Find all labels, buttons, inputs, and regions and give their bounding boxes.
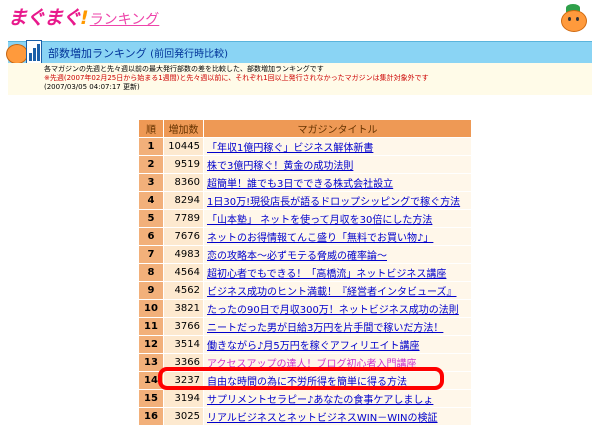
rank-number: 7 — [138, 245, 164, 264]
rank-number: 10 — [138, 299, 164, 318]
increase-count: 3821 — [163, 299, 204, 318]
magazine-title-link[interactable]: 株で3億円稼ぐ！黄金の成功法則 — [207, 161, 353, 172]
rank-number: 1 — [138, 137, 164, 156]
magazine-title-link[interactable]: たったの90日で月収300万！ネットビジネス成功の法則 — [207, 305, 459, 316]
rank-number: 6 — [138, 227, 164, 246]
top-bar: まぐまぐ! ランキング — [0, 0, 600, 36]
page-title: 部数増加ランキング (前回発行時比較) — [48, 45, 228, 61]
col-header-count: 増加数 — [163, 119, 204, 138]
increase-count: 8294 — [163, 191, 204, 210]
magazine-title-cell: リアルビジネスとネットビジネスWIN－WINの検証 — [203, 407, 472, 426]
magazine-title-link[interactable]: 超初心者でもできる！「高橋流」ネットビジネス講座 — [207, 269, 446, 280]
notice-updated: (2007/03/05 04:07:17 更新) — [44, 83, 140, 91]
magazine-title-link[interactable]: ネットのお得情報てんこ盛り「無料でお買い物♪」 — [207, 233, 433, 244]
notice-box: 各マガジンの先週と先々週以前の最大発行部数の差を比較した、部数増加ランキングです… — [8, 63, 592, 95]
logo-bang: ! — [80, 7, 89, 29]
logo-text: まぐまぐ — [8, 7, 81, 29]
col-header-title: マガジンタイトル — [203, 119, 472, 138]
table-row: 15 3194 サプリメントセラピー♪あなたの食事ケアしましょ — [138, 389, 472, 408]
table-row: 1 10445 「年収1億円稼ぐ」ビジネス解体新書 — [138, 137, 472, 156]
magazine-title-cell: サプリメントセラピー♪あなたの食事ケアしましょ — [203, 389, 472, 408]
table-row: 4 8294 1日30万!現役店長が語るドロップシッピングで稼ぐ方法 — [138, 191, 472, 210]
notice-line-1: 各マガジンの先週と先々週以前の最大発行部数の差を比較した、部数増加ランキングです — [44, 65, 324, 73]
magazine-title-link[interactable]: リアルビジネスとネットビジネスWIN－WINの検証 — [207, 413, 438, 424]
increase-count: 8360 — [163, 173, 204, 192]
magazine-title-cell: 働きながら♪月5万円を稼ぐアフィリエイト講座 — [203, 335, 472, 354]
magazine-title-cell: 恋の攻略本～必ずモテる脅威の確率論～ — [203, 245, 472, 264]
table-row: 8 4564 超初心者でもできる！「高橋流」ネットビジネス講座 — [138, 263, 472, 282]
rank-number: 8 — [138, 263, 164, 282]
page-title-text: 部数増加ランキング — [48, 47, 147, 60]
increase-count: 3766 — [163, 317, 204, 336]
table-row: 16 3025 リアルビジネスとネットビジネスWIN－WINの検証 — [138, 407, 472, 426]
table-header-row: 順 増加数 マガジンタイトル — [138, 119, 472, 138]
increase-count: 4983 — [163, 245, 204, 264]
magazine-title-link[interactable]: 「山本塾」 ネットを使って月収を30倍にした方法 — [207, 215, 432, 226]
rank-number: 3 — [138, 173, 164, 192]
table-row: 10 3821 たったの90日で月収300万！ネットビジネス成功の法則 — [138, 299, 472, 318]
magazine-title-cell: ビジネス成功のヒント満載！『経営者インタビューズ』 — [203, 281, 472, 300]
magazine-title-cell: 株で3億円稼ぐ！黄金の成功法則 — [203, 155, 472, 174]
col-header-rank: 順 — [138, 119, 164, 138]
rank-number: 5 — [138, 209, 164, 228]
magazine-title-link[interactable]: サプリメントセラピー♪あなたの食事ケアしましょ — [207, 395, 433, 406]
table-row: 11 3766 ニートだった男が日給3万円を片手間で稼いだ方法！ — [138, 317, 472, 336]
magazine-title-link[interactable]: ビジネス成功のヒント満載！『経営者インタビューズ』 — [207, 287, 457, 298]
increase-count: 3025 — [163, 407, 204, 426]
rank-number: 11 — [138, 317, 164, 336]
table-row: 12 3514 働きながら♪月5万円を稼ぐアフィリエイト講座 — [138, 335, 472, 354]
magazine-title-cell: 1日30万!現役店長が語るドロップシッピングで稼ぐ方法 — [203, 191, 472, 210]
magazine-title-link[interactable]: ニートだった男が日給3万円を片手間で稼いだ方法！ — [207, 323, 443, 334]
rank-number: 15 — [138, 389, 164, 408]
magazine-title-cell: ネットのお得情報てんこ盛り「無料でお買い物♪」 — [203, 227, 472, 246]
rank-number: 16 — [138, 407, 164, 426]
table-row: 2 9519 株で3億円稼ぐ！黄金の成功法則 — [138, 155, 472, 174]
magazine-title-link[interactable]: 1日30万!現役店長が語るドロップシッピングで稼ぐ方法 — [207, 197, 460, 208]
notice-line-2: ※先週(2007年02月25日から始まる1週間)と先々週以前に、それぞれ1回以上… — [44, 74, 429, 82]
mascot-icon — [558, 4, 588, 32]
magazine-title-cell: 超初心者でもできる！「高橋流」ネットビジネス講座 — [203, 263, 472, 282]
increase-count: 3194 — [163, 389, 204, 408]
magazine-title-link[interactable]: 「年収1億円稼ぐ」ビジネス解体新書 — [207, 143, 373, 154]
table-row: 6 7676 ネットのお得情報てんこ盛り「無料でお買い物♪」 — [138, 227, 472, 246]
highlight-box — [158, 367, 444, 390]
ranking-link[interactable]: ランキング — [90, 12, 160, 28]
increase-count: 9519 — [163, 155, 204, 174]
magazine-title-cell: 超簡単！誰でも3日でできる株式会社設立 — [203, 173, 472, 192]
magazine-title-cell: 「山本塾」 ネットを使って月収を30倍にした方法 — [203, 209, 472, 228]
increase-count: 4562 — [163, 281, 204, 300]
magazine-title-link[interactable]: 超簡単！誰でも3日でできる株式会社設立 — [207, 179, 393, 190]
magazine-title-link[interactable]: 恋の攻略本～必ずモテる脅威の確率論～ — [207, 251, 387, 262]
site-logo[interactable]: まぐまぐ! ランキング — [8, 3, 159, 30]
increase-count: 7676 — [163, 227, 204, 246]
rank-number: 2 — [138, 155, 164, 174]
increase-count: 4564 — [163, 263, 204, 282]
increase-count: 7789 — [163, 209, 204, 228]
table-row: 3 8360 超簡単！誰でも3日でできる株式会社設立 — [138, 173, 472, 192]
table-row: 9 4562 ビジネス成功のヒント満載！『経営者インタビューズ』 — [138, 281, 472, 300]
table-row: 7 4983 恋の攻略本～必ずモテる脅威の確率論～ — [138, 245, 472, 264]
increase-count: 10445 — [163, 137, 204, 156]
ranking-chart-icon — [6, 38, 44, 66]
magazine-title-link[interactable]: 働きながら♪月5万円を稼ぐアフィリエイト講座 — [207, 341, 420, 352]
rank-number: 4 — [138, 191, 164, 210]
section-header: 部数増加ランキング (前回発行時比較) — [6, 38, 592, 66]
magazine-title-cell: 「年収1億円稼ぐ」ビジネス解体新書 — [203, 137, 472, 156]
rank-number: 12 — [138, 335, 164, 354]
magazine-title-cell: ニートだった男が日給3万円を片手間で稼いだ方法！ — [203, 317, 472, 336]
magazine-title-cell: たったの90日で月収300万！ネットビジネス成功の法則 — [203, 299, 472, 318]
table-row: 5 7789 「山本塾」 ネットを使って月収を30倍にした方法 — [138, 209, 472, 228]
increase-count: 3514 — [163, 335, 204, 354]
page-subtitle: (前回発行時比較) — [150, 49, 228, 60]
rank-number: 9 — [138, 281, 164, 300]
